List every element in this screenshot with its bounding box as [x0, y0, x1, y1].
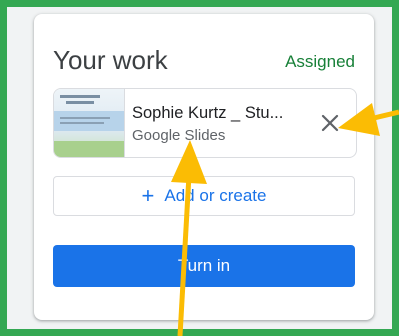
your-work-card: Your work Assigned Sophie Kurtz _ Stu...… [34, 14, 374, 320]
close-icon [321, 114, 339, 132]
add-or-create-button[interactable]: + Add or create [53, 176, 355, 216]
remove-attachment-button[interactable] [318, 111, 342, 135]
add-or-create-label: Add or create [164, 186, 267, 205]
turn-in-button[interactable]: Turn in [53, 245, 355, 287]
assignment-status: Assigned [285, 52, 355, 71]
attachment-chip[interactable]: Sophie Kurtz _ Stu... Google Slides [53, 88, 357, 158]
attachment-type: Google Slides [132, 127, 226, 144]
turn-in-label: Turn in [177, 256, 231, 275]
slides-thumbnail [54, 89, 125, 157]
attachment-name[interactable]: Sophie Kurtz _ Stu... [132, 104, 283, 123]
plus-icon: + [141, 183, 155, 208]
your-work-title: Your work [53, 45, 168, 75]
